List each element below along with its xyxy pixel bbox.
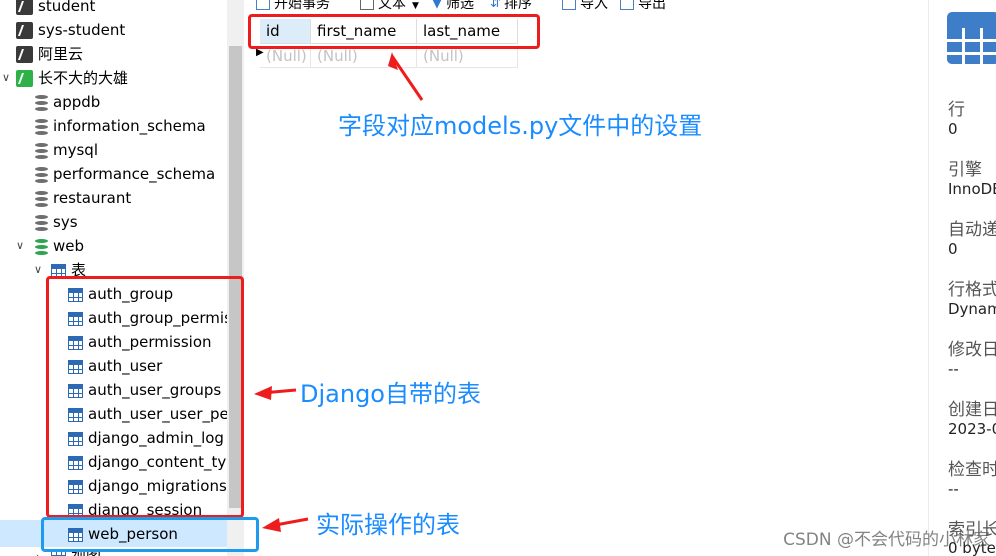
watermark: CSDN @不会代码的小林家 (783, 530, 990, 550)
arrowhead-icon (262, 518, 281, 532)
annotation-text-actual-table: 实际操作的表 (316, 511, 460, 539)
annotation-arrows (254, 52, 424, 532)
annotation-text-django-tables: Django自带的表 (300, 380, 481, 408)
annotation-arrow-line (390, 55, 424, 101)
arrowhead-icon (254, 386, 272, 400)
annotation-text-fields: 字段对应models.py文件中的设置 (338, 112, 703, 140)
